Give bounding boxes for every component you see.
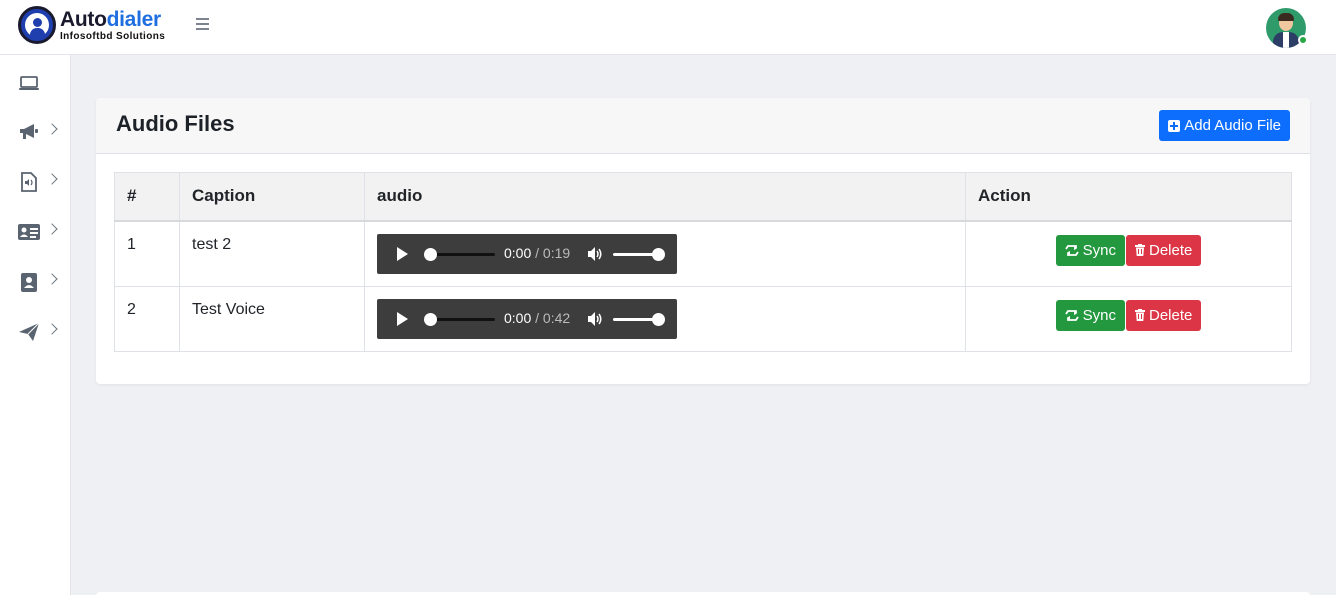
page-title: Audio Files (116, 111, 235, 136)
sync-button[interactable]: Sync (1055, 234, 1125, 266)
audio-player[interactable]: 0:00 / 0:19 (377, 233, 677, 274)
row-caption: Test Voice (179, 285, 365, 352)
column-header-number: # (114, 172, 180, 222)
brand-subtitle: Infosoftbd Solutions (60, 30, 166, 42)
table-row: 1 test 2 0:00 / 0:19 Sync Delete (114, 220, 1292, 287)
sidebar (0, 55, 71, 595)
contact-book-icon (21, 273, 37, 292)
delete-button[interactable]: Delete (1126, 299, 1202, 331)
trash-icon (1135, 244, 1145, 256)
seek-slider[interactable] (424, 312, 495, 326)
brand-logo[interactable]: Autodialer Infosoftbd Solutions (18, 6, 165, 44)
sidebar-item-dashboard[interactable] (0, 63, 70, 103)
online-status-indicator (1298, 35, 1308, 45)
chevron-right-icon (46, 273, 58, 285)
laptop-icon (19, 76, 39, 90)
play-icon[interactable] (397, 246, 408, 261)
row-number: 1 (114, 220, 180, 287)
sidebar-item-phonebook[interactable] (0, 262, 70, 302)
table-header-row: # Caption audio Action (114, 172, 1292, 222)
megaphone-icon (20, 124, 38, 139)
sidebar-item-audio[interactable] (0, 162, 70, 202)
autodialer-logo-icon (18, 6, 56, 44)
chevron-right-icon (46, 323, 58, 335)
time-display: 0:00 / 0:19 (504, 244, 571, 261)
sidebar-item-campaigns[interactable] (0, 112, 70, 152)
play-icon[interactable] (397, 311, 408, 326)
volume-slider[interactable] (613, 312, 665, 326)
column-header-audio: audio (364, 172, 966, 222)
top-navbar: Autodialer Infosoftbd Solutions (0, 0, 1336, 55)
volume-slider[interactable] (613, 247, 665, 261)
seek-slider[interactable] (424, 247, 495, 261)
delete-button[interactable]: Delete (1126, 234, 1202, 266)
row-caption: test 2 (179, 220, 365, 287)
add-audio-file-button[interactable]: Add Audio File (1159, 110, 1290, 141)
row-number: 2 (114, 285, 180, 352)
plus-square-icon (1168, 119, 1181, 132)
address-card-icon (18, 224, 40, 240)
sidebar-item-send[interactable] (0, 312, 70, 352)
volume-icon[interactable] (587, 246, 603, 261)
sync-icon (1064, 309, 1079, 321)
column-header-caption: Caption (179, 172, 365, 222)
volume-icon[interactable] (587, 311, 603, 326)
hamburger-menu-icon[interactable] (196, 18, 209, 30)
chevron-right-icon (46, 123, 58, 135)
paper-plane-icon (19, 322, 40, 341)
chevron-right-icon (46, 223, 58, 235)
card-header: Audio Files Add Audio File (96, 98, 1310, 154)
chevron-right-icon (46, 173, 58, 185)
trash-icon (1135, 309, 1145, 321)
audio-files-table: # Caption audio Action 1 test 2 0:00 / 0… (114, 172, 1292, 352)
brand-name: Autodialer (60, 7, 161, 31)
sync-button[interactable]: Sync (1055, 299, 1125, 331)
audio-player[interactable]: 0:00 / 0:42 (377, 298, 677, 339)
audio-files-card: Audio Files Add Audio File # Caption aud… (96, 98, 1310, 384)
time-display: 0:00 / 0:42 (504, 309, 571, 326)
sidebar-item-contacts[interactable] (0, 212, 70, 252)
table-row: 2 Test Voice 0:00 / 0:42 Sync Delete (114, 285, 1292, 352)
column-header-action: Action (965, 172, 1292, 222)
audio-file-icon (21, 172, 37, 192)
sync-icon (1064, 244, 1079, 256)
